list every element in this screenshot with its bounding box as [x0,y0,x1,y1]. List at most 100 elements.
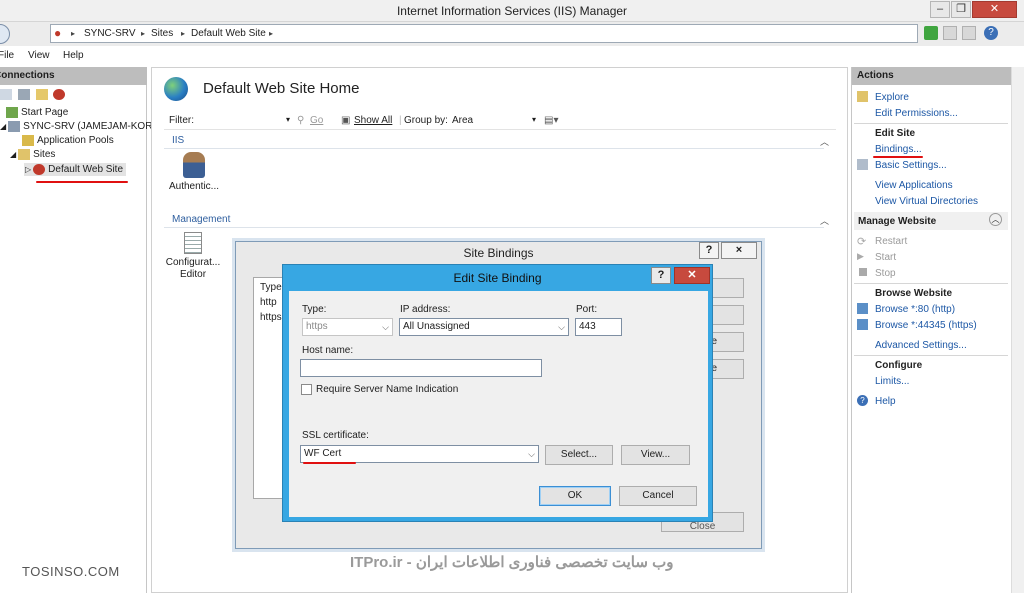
app-pools-icon [22,135,34,146]
collapse-arrow-icon[interactable]: ◢ [10,150,16,159]
watermark-center: ITPro.ir - وب سایت تخصصی فناوری اطلاعات … [350,554,674,571]
filter-input[interactable] [197,112,289,128]
stop-icon[interactable] [943,26,957,40]
address-bar: ● ▸ SYNC-SRV ▸ Sites ▸ Default Web Site … [0,22,1024,46]
maximize-button[interactable]: ❐ [951,1,971,18]
chevron-down-icon: ⌵ [558,322,565,332]
list-item[interactable]: http [260,297,277,308]
feature-configuration-editor[interactable]: Configurat... Editor [162,232,224,281]
cancel-button[interactable]: Cancel [619,486,697,506]
group-by-select[interactable]: Area [452,115,540,126]
tree-item-server[interactable]: ◢ SYNC-SRV (JAMEJAM-KOREH [0,121,166,132]
connections-toolbar [0,89,68,100]
port-field[interactable]: 443 [575,318,622,336]
crumb-site[interactable]: Default Web Site [191,25,266,42]
actions-scrollbar[interactable] [1011,67,1024,593]
home-icon[interactable] [962,26,976,40]
action-view-applications[interactable]: View Applications [875,180,953,191]
action-limits[interactable]: Limits... [875,376,909,387]
connections-panel: Start Page ◢ SYNC-SRV (JAMEJAM-KOREH Appl… [0,85,166,593]
group-by-label: Group by: [404,115,448,126]
section-management: Management [172,214,231,225]
minimize-button[interactable]: – [930,1,950,18]
refresh-icon[interactable] [924,26,938,40]
ok-button[interactable]: OK [539,486,611,506]
group-by-dropdown-icon[interactable]: ▾ [532,115,536,124]
annotation-underline [36,181,128,183]
view-certificate-button[interactable]: View... [621,445,690,465]
ssl-certificate-select[interactable]: WF Cert ⌵ [300,445,539,463]
new-connection-icon[interactable] [0,89,12,100]
feature-authentication[interactable]: Authentic... [164,152,224,192]
type-label: Type: [302,304,327,315]
edit-binding-title: Edit Site Binding [453,271,542,285]
site-bindings-help-button[interactable]: ? [699,242,719,259]
breadcrumb[interactable]: ● ▸ SYNC-SRV ▸ Sites ▸ Default Web Site … [50,24,918,43]
chevron-down-icon: ⌵ [382,322,389,332]
collapse-iis-icon[interactable]: ︿ [820,135,829,148]
action-basic-settings[interactable]: Basic Settings... [875,160,947,171]
view-mode-icon[interactable]: ▤▾ [544,115,558,126]
authentication-icon [183,152,205,178]
collapse-arrow-icon[interactable]: ◢ [0,122,6,131]
sni-checkbox[interactable] [301,384,312,395]
action-restart[interactable]: Restart [875,236,907,247]
help-icon: ? [857,395,868,406]
edit-binding-help-button[interactable]: ? [651,267,671,284]
website-globe-icon [164,77,188,101]
tree-item-default-web-site[interactable]: ▷ Default Web Site [24,163,127,177]
annotation-underline [303,462,356,464]
tree-item-sites[interactable]: ◢ Sites [10,149,55,160]
collapse-manage-icon[interactable]: ︿ [989,213,1002,226]
bindings-list-header: Type [260,282,282,293]
iis-manager-window: Internet Information Services (IIS) Mana… [0,0,1024,593]
menu-help[interactable]: Help [63,50,84,61]
filter-dropdown-icon[interactable]: ▾ [286,115,290,124]
action-view-virtual-directories[interactable]: View Virtual Directories [875,196,978,207]
server-icon [8,121,21,132]
crumb-server[interactable]: SYNC-SRV [84,25,136,42]
action-help[interactable]: Help [875,396,896,407]
actions-panel: Actions Explore Edit Permissions... Edit… [851,67,1012,593]
tree-item-start-page[interactable]: Start Page [6,107,68,118]
help-icon[interactable]: ? [984,26,998,40]
close-window-button[interactable]: ✕ [972,1,1017,18]
ip-address-select[interactable]: All Unassigned ⌵ [399,318,569,336]
action-browse-https[interactable]: Browse *:44345 (https) [875,320,977,331]
up-icon[interactable] [35,89,48,100]
action-explore[interactable]: Explore [875,92,909,103]
browse-icon [857,303,868,314]
action-advanced-settings[interactable]: Advanced Settings... [875,340,967,351]
host-name-field[interactable] [300,359,542,377]
back-arrow-icon[interactable] [0,24,10,44]
browse-website-heading: Browse Website [875,288,953,299]
edit-binding-form: Type: https ⌵ IP address: All Unassigned ⌵… [289,291,708,517]
host-name-label: Host name: [302,345,354,356]
menu-file[interactable]: File [0,50,14,61]
menu-view[interactable]: View [28,50,50,61]
list-item[interactable]: https [260,312,282,323]
edit-binding-close-x[interactable]: ✕ [674,267,710,284]
show-all-button[interactable]: Show All [354,115,392,126]
action-start[interactable]: Start [875,252,896,263]
tree-item-app-pools[interactable]: Application Pools [22,135,114,146]
title-bar: Internet Information Services (IIS) Mana… [0,0,1024,22]
site-bindings-close-x[interactable]: × [721,242,757,259]
action-browse-http[interactable]: Browse *:80 (http) [875,304,955,315]
browse-icon [857,319,868,330]
action-edit-permissions[interactable]: Edit Permissions... [875,108,958,119]
action-stop[interactable]: Stop [875,268,896,279]
action-bindings[interactable]: Bindings... [875,144,922,155]
select-certificate-button[interactable]: Select... [545,445,613,465]
ip-address-label: IP address: [400,304,451,315]
go-button[interactable]: Go [310,115,323,126]
collapse-management-icon[interactable]: ︿ [820,214,829,227]
expand-arrow-icon[interactable]: ▷ [25,165,31,174]
start-page-icon [6,107,18,118]
connect-icon[interactable] [53,89,66,100]
configure-heading: Configure [875,360,923,371]
crumb-sites[interactable]: Sites [151,25,173,42]
type-select[interactable]: https ⌵ [302,318,393,336]
server-globe-icon: ● [54,26,62,40]
save-icon[interactable] [17,89,30,100]
